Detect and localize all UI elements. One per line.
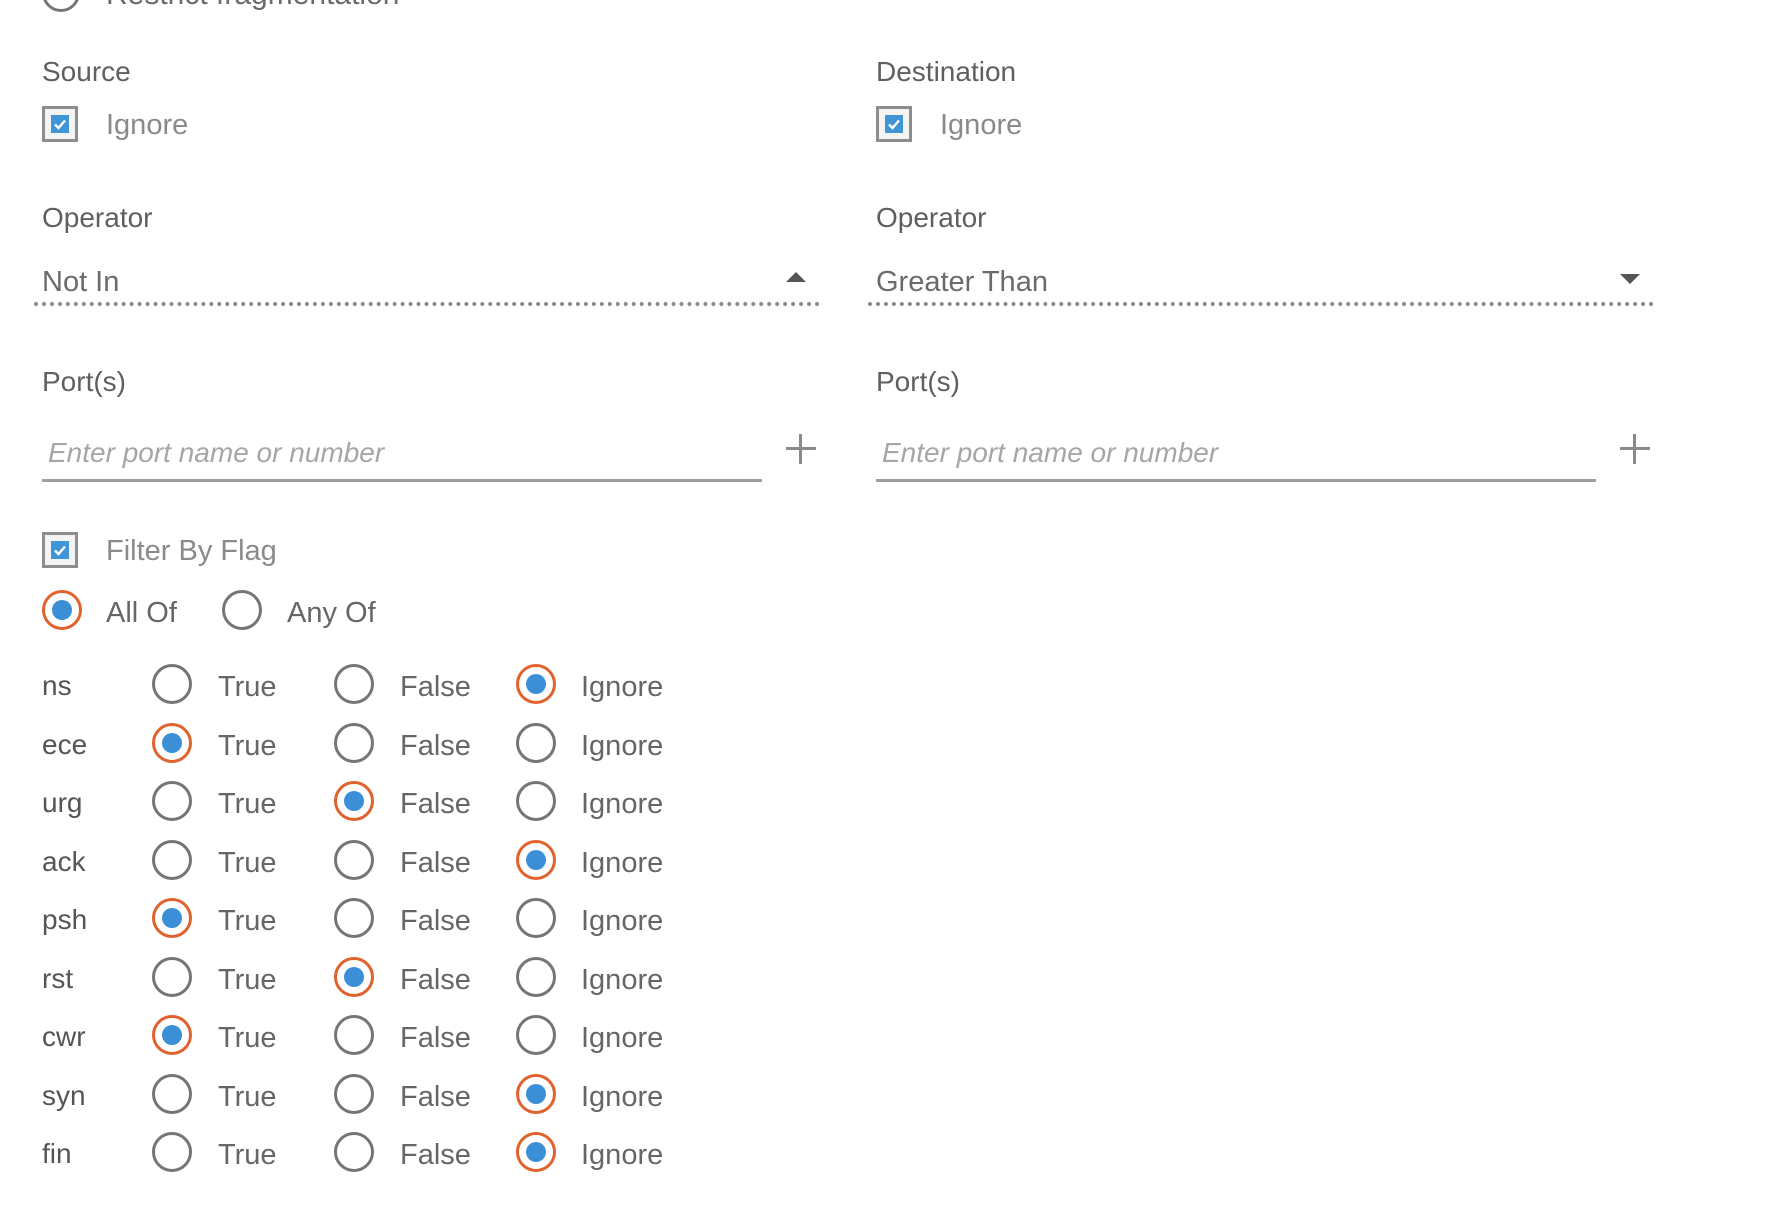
checkmark-icon <box>885 115 903 133</box>
flag-urg-ignore-radio[interactable] <box>516 781 556 821</box>
flag-rst-false-radio[interactable] <box>334 956 374 997</box>
flag-urg-ignore-label: Ignore <box>581 788 664 820</box>
source-operator-label: Operator <box>42 202 153 233</box>
mode-all-of-radio[interactable] <box>42 590 82 630</box>
flag-name: ece <box>42 728 88 760</box>
flag-fin-false-radio[interactable] <box>334 1132 374 1172</box>
flag-ece-true-radio[interactable] <box>152 722 192 763</box>
flag-rst-true-label: True <box>218 963 277 996</box>
flag-syn-true-radio[interactable] <box>152 1073 192 1114</box>
destination-title: Destination <box>876 56 1017 87</box>
flag-ece-false-radio[interactable] <box>334 722 374 763</box>
flag-psh-false-label: False <box>400 905 471 937</box>
flag-ns-false-label: False <box>400 671 471 703</box>
flag-name: psh <box>42 904 88 935</box>
flag-rst-false-label: False <box>400 963 471 996</box>
destination-panel: Destination Ignore Operator Greater Than… <box>834 0 1654 1216</box>
caret-up-icon[interactable] <box>786 272 806 282</box>
flag-urg-false-label: False <box>400 788 471 820</box>
mode-any-of-label: Any Of <box>287 597 376 629</box>
mode-any-of-radio[interactable] <box>222 590 262 630</box>
flag-name: rst <box>42 962 74 994</box>
flag-rst-ignore-label: Ignore <box>581 963 664 996</box>
flag-ns-ignore-radio[interactable] <box>516 664 556 704</box>
flag-psh-true-radio[interactable] <box>152 898 192 938</box>
flag-ack-ignore-radio[interactable] <box>516 839 556 880</box>
flag-cwr-true-radio[interactable] <box>152 1015 192 1055</box>
flag-rst-true-radio[interactable] <box>152 956 192 997</box>
flag-ns-false-radio[interactable] <box>334 664 374 704</box>
destination-ignore-checkbox[interactable] <box>876 106 912 142</box>
destination-ports-label: Port(s) <box>876 366 960 397</box>
flag-syn-true-label: True <box>218 1080 277 1113</box>
checkmark-icon <box>51 115 69 133</box>
flag-fin-true-label: True <box>218 1139 277 1171</box>
destination-operator-select[interactable]: Greater Than <box>876 266 1048 299</box>
flag-psh-ignore-radio[interactable] <box>516 898 556 938</box>
flag-fin-ignore-radio[interactable] <box>516 1132 556 1172</box>
flag-ece-ignore-radio[interactable] <box>516 722 556 763</box>
flag-ack-true-label: True <box>218 846 277 879</box>
flag-ece-true-label: True <box>218 729 277 762</box>
flag-name: ns <box>42 670 72 701</box>
flag-psh-ignore-label: Ignore <box>581 905 664 937</box>
flag-name: ack <box>42 845 86 877</box>
source-ignore-checkbox[interactable] <box>42 106 78 142</box>
flag-cwr-ignore-radio[interactable] <box>516 1015 556 1055</box>
flag-name: urg <box>42 787 83 818</box>
flag-cwr-true-label: True <box>218 1022 277 1054</box>
source-operator-select[interactable]: Not In <box>42 266 119 299</box>
flag-fin-true-radio[interactable] <box>152 1132 192 1172</box>
flag-fin-ignore-label: Ignore <box>581 1139 664 1171</box>
source-port-input[interactable] <box>42 426 762 482</box>
flag-syn-ignore-radio[interactable] <box>516 1073 556 1114</box>
flag-ns-true-label: True <box>218 671 277 703</box>
flag-cwr-ignore-label: Ignore <box>581 1022 664 1054</box>
source-ports-label: Port(s) <box>42 366 126 397</box>
flag-ack-true-radio[interactable] <box>152 839 192 880</box>
flag-cwr-false-label: False <box>400 1022 471 1054</box>
destination-operator-label: Operator <box>876 202 987 233</box>
flag-fin-false-label: False <box>400 1139 471 1171</box>
checkmark-icon <box>51 541 69 559</box>
flag-ns-ignore-label: Ignore <box>581 671 664 703</box>
source-operator-underline <box>34 302 820 306</box>
filter-by-flag-checkbox[interactable] <box>42 532 78 568</box>
flag-psh-false-radio[interactable] <box>334 898 374 938</box>
flag-ece-false-label: False <box>400 729 471 762</box>
flag-syn-false-label: False <box>400 1080 471 1113</box>
flag-ack-ignore-label: Ignore <box>581 846 664 879</box>
filter-by-flag-label: Filter By Flag <box>106 535 277 567</box>
source-add-port-plus-icon[interactable] <box>786 434 816 464</box>
flag-syn-false-radio[interactable] <box>334 1073 374 1114</box>
destination-ignore-label: Ignore <box>940 109 1023 141</box>
flag-ack-false-radio[interactable] <box>334 839 374 880</box>
flag-name: syn <box>42 1079 86 1111</box>
flag-name: fin <box>42 1138 72 1169</box>
flag-syn-ignore-label: Ignore <box>581 1080 664 1113</box>
flag-cwr-false-radio[interactable] <box>334 1015 374 1055</box>
caret-down-icon[interactable] <box>1620 274 1640 284</box>
flag-name: cwr <box>42 1021 86 1052</box>
source-panel: Source Ignore Operator Not In Port(s) Fi… <box>0 0 820 1216</box>
flag-psh-true-label: True <box>218 905 277 937</box>
flag-ack-false-label: False <box>400 846 471 879</box>
source-ignore-label: Ignore <box>106 109 189 141</box>
destination-operator-underline <box>868 302 1654 306</box>
flag-rst-ignore-radio[interactable] <box>516 956 556 997</box>
source-title: Source <box>42 56 131 87</box>
flag-ece-ignore-label: Ignore <box>581 729 664 762</box>
mode-all-of-label: All Of <box>106 597 177 629</box>
destination-add-port-plus-icon[interactable] <box>1620 434 1650 464</box>
flag-urg-false-radio[interactable] <box>334 781 374 821</box>
flag-urg-true-radio[interactable] <box>152 781 192 821</box>
flag-ns-true-radio[interactable] <box>152 664 192 704</box>
flag-urg-true-label: True <box>218 788 277 820</box>
destination-port-input[interactable] <box>876 426 1596 482</box>
